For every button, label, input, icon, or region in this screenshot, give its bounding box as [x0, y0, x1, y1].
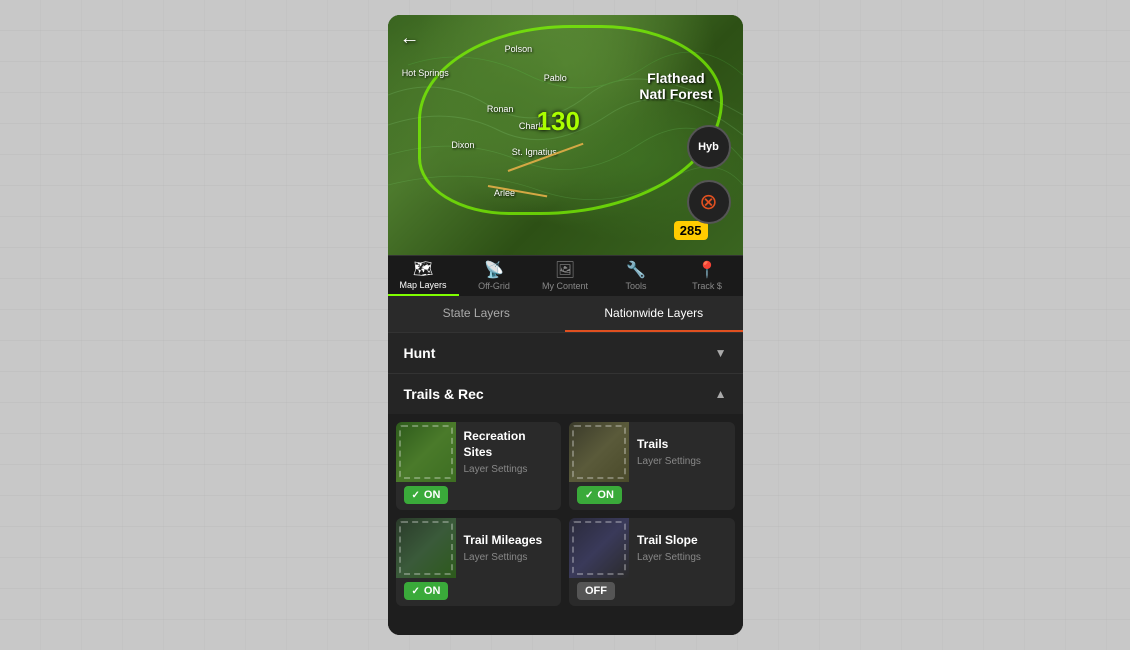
place-pablo: Pablo	[544, 73, 567, 83]
card-info-recreation-sites: Recreation Sites Layer Settings	[456, 422, 562, 482]
crosshair-button[interactable]: ⊗	[687, 180, 731, 224]
layer-card-trail-mileages[interactable]: Trail Mileages Layer Settings ✓ ON	[396, 518, 562, 606]
thumb-trail-mileages	[396, 518, 456, 578]
tab-track[interactable]: 📍 Track $	[672, 256, 743, 296]
map-area: Polson Pablo Ronan Dixon Charlo St. Igna…	[388, 15, 743, 255]
my-content-icon: 🖼	[555, 263, 575, 279]
toggle-check-icon-trails: ✓	[585, 490, 593, 501]
card-top-trails: Trails Layer Settings	[569, 422, 735, 482]
card-top-trail-mileages: Trail Mileages Layer Settings	[396, 518, 562, 578]
toggle-trail-slope[interactable]: OFF	[577, 582, 615, 600]
toggle-row-recreation-sites: ✓ ON	[396, 482, 562, 510]
card-info-trails: Trails Layer Settings	[629, 422, 735, 482]
back-button[interactable]: ←	[400, 27, 420, 50]
toggle-check-icon-mileages: ✓	[412, 586, 420, 597]
hyb-button[interactable]: Hyb	[687, 125, 731, 169]
phone-container: Polson Pablo Ronan Dixon Charlo St. Igna…	[388, 15, 743, 635]
thumb-overlay-mileage	[399, 521, 453, 575]
map-layers-icon: 🗺	[413, 262, 433, 278]
place-polson: Polson	[505, 44, 533, 54]
hunt-category-header[interactable]: Hunt ▼	[388, 332, 743, 373]
thumb-overlay-slope	[572, 521, 626, 575]
layer-type-tabs: State Layers Nationwide Layers	[388, 296, 743, 332]
card-info-trail-mileages: Trail Mileages Layer Settings	[456, 518, 562, 578]
thumb-recreation-sites	[396, 422, 456, 482]
map-speed: 130	[537, 106, 580, 137]
card-top-recreation-sites: Recreation Sites Layer Settings	[396, 422, 562, 482]
track-icon: 📍	[697, 263, 717, 279]
state-layers-tab[interactable]: State Layers	[388, 296, 566, 332]
bottom-spacer	[388, 614, 743, 634]
tab-my-content[interactable]: 🖼 My Content	[530, 256, 601, 296]
layer-card-trails[interactable]: Trails Layer Settings ✓ ON	[569, 422, 735, 510]
toggle-row-trails: ✓ ON	[569, 482, 735, 510]
thumb-trail-slope	[569, 518, 629, 578]
map-region-label: FlatheadNatl Forest	[639, 70, 712, 102]
toggle-row-trail-mileages: ✓ ON	[396, 578, 562, 606]
place-hot-springs: Hot Springs	[402, 68, 449, 78]
layer-content[interactable]: Hunt ▼ Trails & Rec ▲	[388, 332, 743, 635]
tools-icon: 🔧	[626, 263, 646, 279]
layer-card-trail-slope[interactable]: Trail Slope Layer Settings OFF	[569, 518, 735, 606]
layer-grid: Recreation Sites Layer Settings ✓ ON	[388, 414, 743, 614]
nationwide-layers-tab[interactable]: Nationwide Layers	[565, 296, 743, 332]
tab-tools[interactable]: 🔧 Tools	[601, 256, 672, 296]
toggle-trails[interactable]: ✓ ON	[577, 486, 622, 504]
toggle-trail-mileages[interactable]: ✓ ON	[404, 582, 449, 600]
layer-card-recreation-sites[interactable]: Recreation Sites Layer Settings ✓ ON	[396, 422, 562, 510]
trails-rec-category-header[interactable]: Trails & Rec ▲	[388, 373, 743, 414]
card-top-trail-slope: Trail Slope Layer Settings	[569, 518, 735, 578]
toggle-check-icon: ✓	[412, 490, 420, 501]
toggle-row-trail-slope: OFF	[569, 578, 735, 606]
thumb-overlay	[399, 425, 453, 479]
toggle-recreation-sites[interactable]: ✓ ON	[404, 486, 449, 504]
thumb-trails	[569, 422, 629, 482]
off-grid-icon: 📡	[484, 263, 504, 279]
tab-map-layers[interactable]: 🗺 Map Layers	[388, 256, 459, 296]
card-info-trail-slope: Trail Slope Layer Settings	[629, 518, 735, 578]
tab-off-grid[interactable]: 📡 Off-Grid	[459, 256, 530, 296]
map-elevation: 285	[674, 221, 708, 240]
place-ronan: Ronan	[487, 104, 514, 114]
bottom-panel: 🗺 Map Layers 📡 Off-Grid 🖼 My Content 🔧 T…	[388, 255, 743, 635]
place-dixon: Dixon	[451, 140, 474, 150]
thumb-overlay-trails	[572, 425, 626, 479]
tab-bar: 🗺 Map Layers 📡 Off-Grid 🖼 My Content 🔧 T…	[388, 255, 743, 296]
